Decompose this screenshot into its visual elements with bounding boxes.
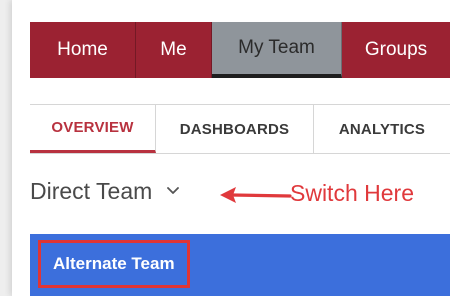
team-selector[interactable]: Direct Team <box>30 174 180 208</box>
main-nav: Home Me My Team Groups <box>30 22 450 78</box>
nav-item-my-team[interactable]: My Team <box>212 22 342 78</box>
sub-tabs: OVERVIEW DASHBOARDS ANALYTICS <box>30 104 450 154</box>
chevron-down-icon[interactable] <box>166 184 180 198</box>
annotation-arrow-icon <box>220 187 292 203</box>
dropdown-option-alternate-team[interactable]: Alternate Team <box>38 240 190 288</box>
team-selector-label: Direct Team <box>30 177 153 204</box>
tab-analytics[interactable]: ANALYTICS <box>314 105 450 153</box>
nav-item-me[interactable]: Me <box>136 22 212 78</box>
tab-dashboards[interactable]: DASHBOARDS <box>156 105 314 153</box>
page-background: Home Me My Team Groups OVERVIEW DASHBOAR… <box>0 0 462 296</box>
annotation-switch-here: Switch Here <box>290 180 414 206</box>
tab-overview[interactable]: OVERVIEW <box>30 105 156 153</box>
nav-item-home[interactable]: Home <box>30 22 136 78</box>
nav-item-groups[interactable]: Groups <box>342 22 450 78</box>
team-dropdown: Alternate Team <box>30 234 450 296</box>
